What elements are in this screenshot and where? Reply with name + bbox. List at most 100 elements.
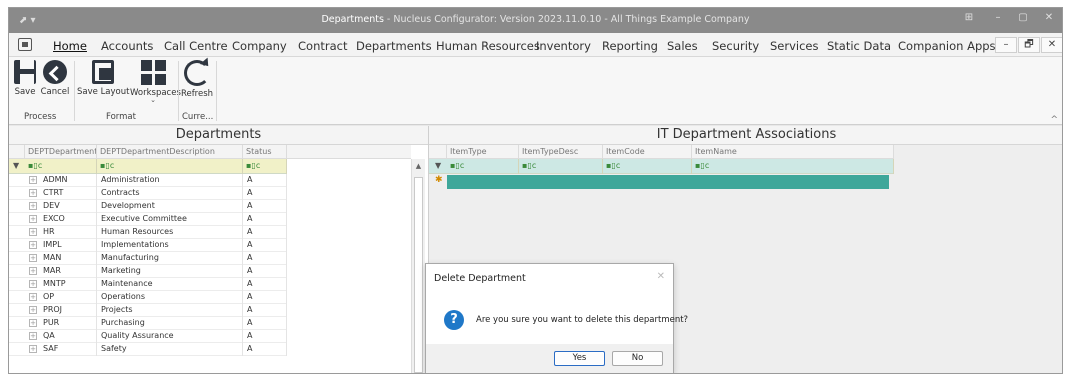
- column-header-description[interactable]: DEPTDepartmentDescription: [97, 145, 243, 159]
- cell-status[interactable]: A: [243, 291, 287, 304]
- cell-department-description[interactable]: Manufacturing: [97, 252, 243, 265]
- cell-department-code[interactable]: OP: [39, 291, 97, 304]
- menu-reporting[interactable]: Reporting: [602, 39, 658, 53]
- cell-department-code[interactable]: IMPL: [39, 239, 97, 252]
- scroll-up-icon[interactable]: ▲: [412, 159, 425, 173]
- table-row[interactable]: + MNTP Maintenance A: [9, 278, 287, 291]
- cell-department-code[interactable]: SAF: [39, 343, 97, 356]
- filter-cell-item-name[interactable]: ▪▯c: [692, 159, 894, 174]
- cell-status[interactable]: A: [243, 187, 287, 200]
- expand-row-icon[interactable]: +: [29, 228, 37, 236]
- cell-department-description[interactable]: Operations: [97, 291, 243, 304]
- menu-company[interactable]: Company: [232, 39, 287, 53]
- cell-department-code[interactable]: CTRT: [39, 187, 97, 200]
- cell-status[interactable]: A: [243, 278, 287, 291]
- table-row[interactable]: + QA Quality Assurance A: [9, 330, 287, 343]
- menu-call-centre[interactable]: Call Centre: [164, 39, 228, 53]
- table-row[interactable]: + CTRT Contracts A: [9, 187, 287, 200]
- maximize-button[interactable]: ▢: [1013, 12, 1033, 28]
- table-row[interactable]: + EXCO Executive Committee A: [9, 213, 287, 226]
- cell-department-code[interactable]: PUR: [39, 317, 97, 330]
- departments-scrollbar[interactable]: ▲: [411, 159, 425, 373]
- cell-department-description[interactable]: Administration: [97, 174, 243, 187]
- filter-cell-department[interactable]: ▪▯c: [25, 159, 97, 174]
- menu-human-resources[interactable]: Human Resources: [436, 39, 540, 53]
- cell-status[interactable]: A: [243, 174, 287, 187]
- cell-department-description[interactable]: Marketing: [97, 265, 243, 278]
- cell-department-description[interactable]: Quality Assurance: [97, 330, 243, 343]
- cell-department-description[interactable]: Purchasing: [97, 317, 243, 330]
- menu-accounts[interactable]: Accounts: [101, 39, 153, 53]
- table-row[interactable]: + HR Human Resources A: [9, 226, 287, 239]
- new-row-cells[interactable]: [447, 175, 889, 189]
- mdi-restore-button[interactable]: 🗗: [1018, 37, 1040, 53]
- menu-security[interactable]: Security: [712, 39, 759, 53]
- cell-status[interactable]: A: [243, 317, 287, 330]
- column-header-status[interactable]: Status: [243, 145, 287, 159]
- expand-row-icon[interactable]: +: [29, 215, 37, 223]
- table-row[interactable]: + MAR Marketing A: [9, 265, 287, 278]
- cell-department-description[interactable]: Executive Committee: [97, 213, 243, 226]
- cell-status[interactable]: A: [243, 213, 287, 226]
- collapse-ribbon-icon[interactable]: ^: [1050, 115, 1058, 125]
- cancel-button[interactable]: Cancel: [39, 60, 71, 97]
- menu-services[interactable]: Services: [770, 39, 819, 53]
- dialog-close-icon[interactable]: ✕: [657, 271, 665, 282]
- cell-department-description[interactable]: Maintenance: [97, 278, 243, 291]
- filter-cell-status[interactable]: ▪▯c: [243, 159, 287, 174]
- cell-department-description[interactable]: Implementations: [97, 239, 243, 252]
- expand-row-icon[interactable]: +: [29, 241, 37, 249]
- expand-row-icon[interactable]: +: [29, 189, 37, 197]
- mdi-minimize-button[interactable]: –: [995, 37, 1017, 53]
- new-item-row[interactable]: ✱: [429, 175, 894, 189]
- cell-department-code[interactable]: MNTP: [39, 278, 97, 291]
- menu-static-data[interactable]: Static Data: [827, 39, 891, 53]
- expand-row-icon[interactable]: +: [29, 254, 37, 262]
- expand-row-icon[interactable]: +: [29, 319, 37, 327]
- cell-department-code[interactable]: QA: [39, 330, 97, 343]
- expand-row-icon[interactable]: +: [29, 280, 37, 288]
- yes-button[interactable]: Yes: [554, 351, 605, 366]
- minimize-button[interactable]: –: [988, 12, 1008, 28]
- expand-row-icon[interactable]: +: [29, 267, 37, 275]
- cell-status[interactable]: A: [243, 252, 287, 265]
- no-button[interactable]: No: [612, 351, 663, 366]
- cell-department-code[interactable]: PROJ: [39, 304, 97, 317]
- table-row[interactable]: + OP Operations A: [9, 291, 287, 304]
- column-header-item-type[interactable]: ItemType: [447, 145, 519, 159]
- table-row[interactable]: + DEV Development A: [9, 200, 287, 213]
- expand-row-icon[interactable]: +: [29, 306, 37, 314]
- save-button[interactable]: Save: [13, 60, 37, 97]
- expand-row-icon[interactable]: +: [29, 332, 37, 340]
- cell-status[interactable]: A: [243, 265, 287, 278]
- expand-row-icon[interactable]: +: [29, 176, 37, 184]
- expand-row-icon[interactable]: +: [29, 345, 37, 353]
- table-row[interactable]: + IMPL Implementations A: [9, 239, 287, 252]
- column-header-item-code[interactable]: ItemCode: [603, 145, 692, 159]
- filter-cell-item-code[interactable]: ▪▯c: [603, 159, 692, 174]
- cell-status[interactable]: A: [243, 343, 287, 356]
- restore-layout-icon[interactable]: ⊞: [959, 12, 979, 28]
- cell-status[interactable]: A: [243, 200, 287, 213]
- table-row[interactable]: + SAF Safety A: [9, 343, 287, 356]
- cell-department-description[interactable]: Human Resources: [97, 226, 243, 239]
- column-header-item-name[interactable]: ItemName: [692, 145, 894, 159]
- filter-cell-description[interactable]: ▪▯c: [97, 159, 243, 174]
- column-header-department[interactable]: DEPTDepartment: [25, 145, 97, 159]
- filter-cell-item-type[interactable]: ▪▯c: [447, 159, 519, 174]
- menu-inventory[interactable]: Inventory: [536, 39, 591, 53]
- cell-status[interactable]: A: [243, 330, 287, 343]
- cell-status[interactable]: A: [243, 226, 287, 239]
- app-menu-icon[interactable]: [18, 38, 32, 51]
- column-header-item-type-desc[interactable]: ItemTypeDesc: [519, 145, 603, 159]
- cell-department-code[interactable]: ADMN: [39, 174, 97, 187]
- cell-status[interactable]: A: [243, 304, 287, 317]
- menu-contract[interactable]: Contract: [298, 39, 347, 53]
- mdi-close-button[interactable]: ✕: [1041, 37, 1062, 53]
- workspaces-dropdown[interactable]: Workspaces ⌄: [130, 60, 181, 104]
- table-row[interactable]: + PUR Purchasing A: [9, 317, 287, 330]
- cell-department-code[interactable]: MAN: [39, 252, 97, 265]
- menu-departments[interactable]: Departments: [356, 39, 432, 53]
- table-row[interactable]: + ADMN Administration A: [9, 174, 287, 187]
- close-button[interactable]: ✕: [1039, 12, 1059, 28]
